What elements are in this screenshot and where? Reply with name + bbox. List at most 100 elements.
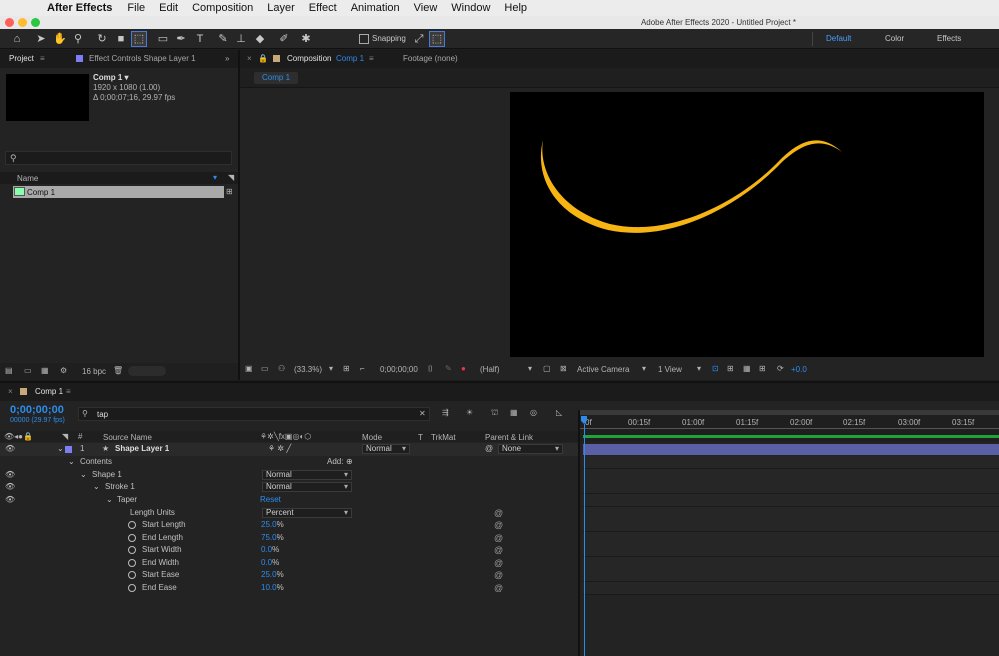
color-channels-icon[interactable]: ● xyxy=(461,364,466,373)
reset-exposure-icon[interactable]: ⟳ xyxy=(777,364,784,373)
stroke-blend-mode-dropdown[interactable]: Normal xyxy=(262,482,352,492)
layer-switches[interactable]: ⚘ ✲ ╱ xyxy=(268,443,291,456)
label-tag-icon[interactable]: ◥ xyxy=(228,173,234,182)
shape-group-row[interactable]: 👁 ⌄ Shape 1 Normal xyxy=(0,469,578,482)
exposure-value[interactable]: +0.0 xyxy=(791,365,807,374)
stroke-row[interactable]: 👁 ⌄ Stroke 1 Normal xyxy=(0,481,578,494)
tab-timeline-comp[interactable]: Comp 1 xyxy=(35,383,63,401)
view-layout-dropdown[interactable]: 1 View xyxy=(658,365,682,374)
project-panel-menu-icon[interactable]: ≡ xyxy=(40,50,45,68)
chevron-down-icon[interactable]: ▾ xyxy=(528,364,532,373)
rotate-tool-icon[interactable]: ↻ xyxy=(95,32,109,46)
comp-info-name[interactable]: Comp 1 ▾ xyxy=(93,73,129,82)
work-area-bar[interactable] xyxy=(580,410,999,415)
add-content-button[interactable]: ⊕ xyxy=(346,456,353,469)
taper-reset-button[interactable]: Reset xyxy=(260,494,281,507)
region-of-interest-icon[interactable]: ▢ xyxy=(543,364,551,373)
menu-help[interactable]: Help xyxy=(497,2,534,14)
timeline-panel-menu-icon[interactable]: ≡ xyxy=(66,383,71,401)
lock-icon[interactable]: 🔒 xyxy=(258,50,268,68)
new-folder-icon[interactable]: ▭ xyxy=(24,366,32,375)
zoom-window-button[interactable] xyxy=(31,18,40,27)
snapshot-icon[interactable]: ⌷ xyxy=(428,364,433,374)
expand-chevron-icon[interactable]: ⌄ xyxy=(93,481,100,494)
parent-link-header[interactable]: Parent & Link xyxy=(485,433,533,442)
close-window-button[interactable] xyxy=(5,18,14,27)
brush-tool-icon[interactable]: ✎ xyxy=(216,32,230,46)
chevron-down-icon[interactable]: ▾ xyxy=(642,364,646,373)
camera-tool-icon[interactable]: ■ xyxy=(114,32,128,46)
chevron-down-icon[interactable]: ▾ xyxy=(329,364,333,373)
expression-pickwhip-icon[interactable]: @ xyxy=(494,544,503,557)
panel-overflow-icon[interactable]: » xyxy=(225,50,229,68)
tab-composition-name[interactable]: Comp 1 xyxy=(336,50,364,68)
time-ruler[interactable]: 0f 00:15f 01:00f 01:15f 02:00f 02:15f 03… xyxy=(580,410,999,442)
layer-mode-dropdown[interactable]: Normal xyxy=(362,444,410,454)
tab-footage[interactable]: Footage (none) xyxy=(403,50,458,68)
tab-effect-controls[interactable]: Effect Controls Shape Layer 1 xyxy=(89,50,196,68)
zoom-tool-icon[interactable]: ⚲ xyxy=(71,32,85,46)
frame-blending-icon[interactable]: ▦ xyxy=(510,408,518,417)
home-icon[interactable]: ⌂ xyxy=(10,32,24,46)
menu-layer[interactable]: Layer xyxy=(260,2,302,14)
stopwatch-icon[interactable] xyxy=(128,534,136,542)
bit-depth-label[interactable]: 16 bpc xyxy=(82,367,106,376)
show-snapshot-icon[interactable]: ✎ xyxy=(445,364,452,373)
toggle-pixel-aspect-icon[interactable]: ⊡ xyxy=(712,364,719,373)
project-settings-icon[interactable]: ⚙ xyxy=(60,366,67,375)
puppet-tool-icon[interactable]: ✱ xyxy=(299,32,313,46)
composition-panel-menu-icon[interactable]: ≡ xyxy=(369,50,374,68)
expand-chevron-icon[interactable]: ⌄ xyxy=(80,469,87,482)
column-name-header[interactable]: Name xyxy=(17,174,38,183)
property-value[interactable]: 25.0% xyxy=(261,569,284,582)
pan-behind-tool-icon[interactable]: ⬚ xyxy=(131,31,147,47)
property-value[interactable]: 75.0% xyxy=(261,532,284,545)
mode-header[interactable]: Mode xyxy=(362,433,382,442)
av-features-icons[interactable]: 👁◂●🔒 xyxy=(4,432,33,441)
timeline-split-divider[interactable] xyxy=(578,410,580,656)
switches-header-icons[interactable]: ⚘✲╲fx▣◎◐⬡ xyxy=(260,432,311,441)
interpret-footage-icon[interactable]: ▤ xyxy=(5,366,13,375)
layer-row[interactable]: 👁 ⌄ 1 ★ Shape Layer 1 ⚘ ✲ ╱ Normal @ Non… xyxy=(0,443,578,456)
property-row[interactable]: End Length 75.0% @ xyxy=(0,532,578,545)
snap-edges-icon[interactable]: ⤢ xyxy=(412,32,426,46)
pen-tool-icon[interactable]: ✒ xyxy=(174,32,188,46)
property-row[interactable]: Start Ease 25.0% @ xyxy=(0,569,578,582)
visibility-eye-icon[interactable]: 👁 xyxy=(5,469,15,482)
snap-features-icon[interactable]: ⬚ xyxy=(429,31,445,47)
graph-editor-icon[interactable]: ◺ xyxy=(556,408,562,417)
workspace-effects[interactable]: Effects xyxy=(937,29,961,49)
composition-mini-flowchart-icon[interactable]: ⇶ xyxy=(442,408,449,417)
shape-blend-mode-dropdown[interactable]: Normal xyxy=(262,470,352,480)
property-value[interactable]: 0.0% xyxy=(261,557,279,570)
layer-name[interactable]: Shape Layer 1 xyxy=(115,443,169,456)
label-tag-icon[interactable]: ◥ xyxy=(62,432,68,441)
fit-frame-icon[interactable]: ⊞ xyxy=(343,364,350,373)
expression-pickwhip-icon[interactable]: @ xyxy=(494,582,503,595)
project-item-row[interactable]: Comp 1 xyxy=(13,186,224,198)
timeline-current-time[interactable]: 0;00;00;00 xyxy=(10,404,64,416)
property-value[interactable]: 10.0% xyxy=(261,582,284,595)
close-tab-icon[interactable]: × xyxy=(247,50,252,68)
menu-window[interactable]: Window xyxy=(444,2,497,14)
workspace-default[interactable]: Default xyxy=(826,29,851,49)
menu-file[interactable]: File xyxy=(120,2,152,14)
parent-dropdown[interactable]: None xyxy=(498,444,563,454)
pick-whip-icon[interactable]: @ xyxy=(485,443,493,456)
flowchart-icon[interactable]: ⊞ xyxy=(226,187,233,196)
taper-row[interactable]: 👁 ⌄ Taper Reset xyxy=(0,494,578,507)
resolution-dropdown[interactable]: (Half) xyxy=(480,365,500,374)
stopwatch-icon[interactable] xyxy=(128,559,136,567)
stopwatch-icon[interactable] xyxy=(128,584,136,592)
current-time-display[interactable]: 0;00;00;00 xyxy=(380,365,418,374)
selection-tool-icon[interactable]: ➤ xyxy=(34,32,48,46)
roto-brush-tool-icon[interactable]: ✐ xyxy=(277,32,291,46)
trkmat-header[interactable]: TrkMat xyxy=(431,433,456,442)
eraser-tool-icon[interactable]: ◆ xyxy=(253,32,267,46)
playhead-line[interactable] xyxy=(584,424,585,656)
expression-pickwhip-icon[interactable]: @ xyxy=(494,569,503,582)
hide-shy-layers-icon[interactable]: ⛫ xyxy=(491,408,498,418)
clear-search-icon[interactable]: ✕ xyxy=(419,409,426,418)
source-name-header[interactable]: Source Name xyxy=(103,433,152,442)
sort-arrow-icon[interactable]: ▾ xyxy=(213,173,217,182)
